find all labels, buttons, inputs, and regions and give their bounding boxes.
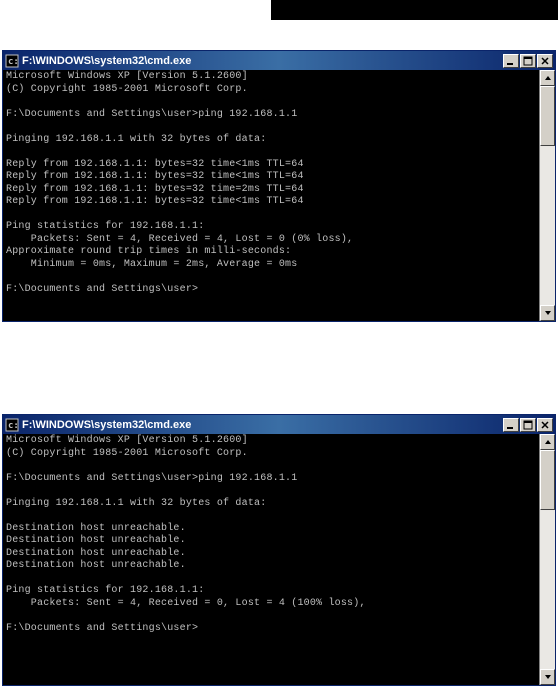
maximize-button[interactable] bbox=[520, 418, 536, 432]
page-top-dark-region bbox=[271, 0, 558, 20]
minimize-button[interactable] bbox=[503, 54, 519, 68]
scroll-thumb[interactable] bbox=[540, 86, 555, 146]
console-output[interactable]: Microsoft Windows XP [Version 5.1.2600] … bbox=[3, 70, 539, 321]
titlebar[interactable]: c: F:\WINDOWS\system32\cmd.exe bbox=[3, 415, 555, 434]
scroll-up-button[interactable] bbox=[540, 434, 555, 450]
window-title: F:\WINDOWS\system32\cmd.exe bbox=[22, 55, 503, 67]
cmd-window-1: c: F:\WINDOWS\system32\cmd.exe Microsoft… bbox=[2, 50, 556, 322]
console-output[interactable]: Microsoft Windows XP [Version 5.1.2600] … bbox=[3, 434, 539, 685]
svg-text:c:: c: bbox=[8, 57, 19, 67]
cmd-app-icon: c: bbox=[5, 54, 19, 68]
close-button[interactable] bbox=[537, 418, 553, 432]
cmd-window-2: c: F:\WINDOWS\system32\cmd.exe Microsoft… bbox=[2, 414, 556, 686]
scroll-track[interactable] bbox=[540, 86, 555, 305]
close-button[interactable] bbox=[537, 54, 553, 68]
scroll-thumb[interactable] bbox=[540, 450, 555, 510]
vertical-scrollbar[interactable] bbox=[539, 434, 555, 685]
window-controls bbox=[503, 418, 553, 432]
minimize-button[interactable] bbox=[503, 418, 519, 432]
console-area: Microsoft Windows XP [Version 5.1.2600] … bbox=[3, 434, 555, 685]
svg-text:c:: c: bbox=[8, 421, 19, 431]
titlebar[interactable]: c: F:\WINDOWS\system32\cmd.exe bbox=[3, 51, 555, 70]
vertical-scrollbar[interactable] bbox=[539, 70, 555, 321]
scroll-down-button[interactable] bbox=[540, 305, 555, 321]
scroll-up-button[interactable] bbox=[540, 70, 555, 86]
console-area: Microsoft Windows XP [Version 5.1.2600] … bbox=[3, 70, 555, 321]
window-controls bbox=[503, 54, 553, 68]
window-title: F:\WINDOWS\system32\cmd.exe bbox=[22, 419, 503, 431]
maximize-button[interactable] bbox=[520, 54, 536, 68]
cmd-app-icon: c: bbox=[5, 418, 19, 432]
scroll-down-button[interactable] bbox=[540, 669, 555, 685]
scroll-track[interactable] bbox=[540, 450, 555, 669]
